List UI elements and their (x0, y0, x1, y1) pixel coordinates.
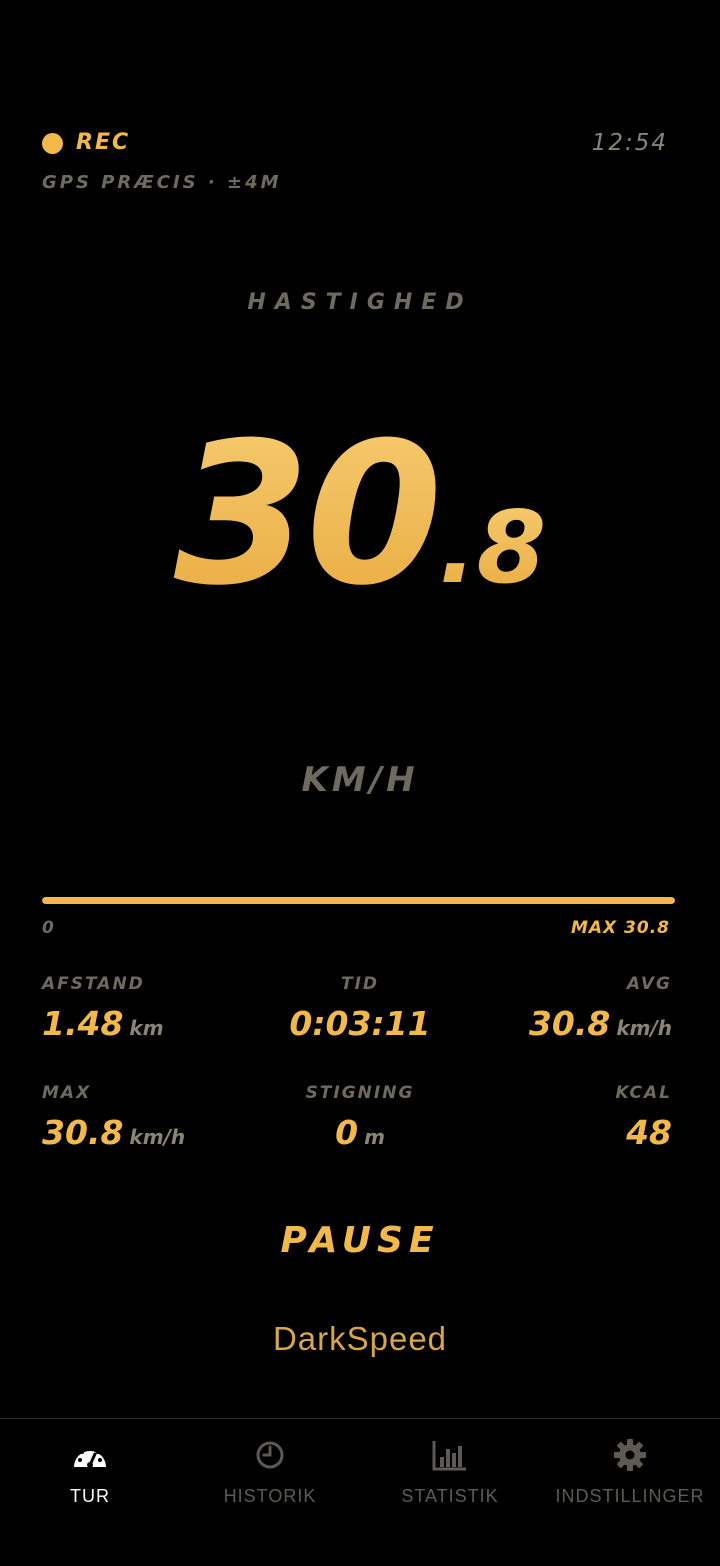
nav-label-historik: HISTORIK (223, 1486, 317, 1506)
max-value: 30.8 (42, 1113, 124, 1152)
time-stat: 0:03:11 (210, 1004, 510, 1043)
speed-readout: 30.8 (0, 410, 720, 620)
pause-button[interactable]: PAUSE (210, 1220, 510, 1276)
time-label: TID (340, 974, 380, 994)
climb-label: STIGNING (305, 1083, 415, 1103)
gps-accuracy: GPS PRÆCIS · ±4M (42, 172, 282, 193)
avg-value: 30.8 (528, 1004, 611, 1043)
nav-tab-statistik[interactable]: STATISTIK (360, 1419, 540, 1566)
speed-progress-fill (42, 897, 675, 904)
max-stat: 30.8 km/h (42, 1113, 185, 1152)
max-label: MAX (42, 1083, 92, 1103)
kcal-stat: 48 (626, 1113, 672, 1152)
distance-unit: km (129, 1016, 164, 1040)
recording-indicator-dot (42, 133, 63, 154)
nav-label-tur: TUR (70, 1486, 110, 1506)
speed-unit: KM/H (301, 760, 419, 800)
avg-label: AVG (626, 974, 672, 994)
climb-unit: m (364, 1125, 385, 1149)
nav-tab-indstillinger[interactable]: INDSTILLINGER (540, 1419, 720, 1566)
time-value: 0:03:11 (289, 1004, 431, 1043)
bottom-navigation: TUR HISTORIK STATISTIK INDSTILLINGER (0, 1418, 720, 1566)
progress-min-label: 0 (42, 918, 54, 938)
distance-label: AFSTAND (42, 974, 145, 994)
speedometer-icon (71, 1438, 109, 1472)
climb-stat: 0m (210, 1113, 510, 1152)
speed-progress-bar (42, 897, 675, 904)
distance-value: 1.48 (42, 1004, 124, 1043)
nav-label-indstillinger: INDSTILLINGER (555, 1486, 705, 1506)
avg-unit: km/h (616, 1016, 672, 1040)
nav-label-statistik: STATISTIK (401, 1486, 499, 1506)
speed-caption: HASTIGHED (247, 290, 473, 315)
bar-chart-icon (431, 1438, 469, 1472)
climb-value: 0 (335, 1113, 359, 1152)
clock-time: 12:54 (591, 130, 668, 156)
kcal-label: KCAL (615, 1083, 672, 1103)
speed-decimal: .8 (438, 489, 547, 606)
avg-stat: 30.8 km/h (529, 1004, 672, 1043)
brand-name: DarkSpeed (272, 1320, 448, 1357)
max-unit: km/h (129, 1125, 186, 1149)
recording-label: REC (76, 130, 131, 155)
speed-integer: 30 (173, 401, 443, 629)
kcal-value: 48 (626, 1113, 672, 1152)
nav-tab-tur[interactable]: TUR (0, 1419, 180, 1566)
progress-max-label: MAX 30.8 (570, 918, 670, 938)
distance-stat: 1.48 km (42, 1004, 164, 1043)
nav-tab-historik[interactable]: HISTORIK (180, 1419, 360, 1566)
clock-icon (251, 1438, 289, 1472)
gear-icon (611, 1438, 649, 1472)
